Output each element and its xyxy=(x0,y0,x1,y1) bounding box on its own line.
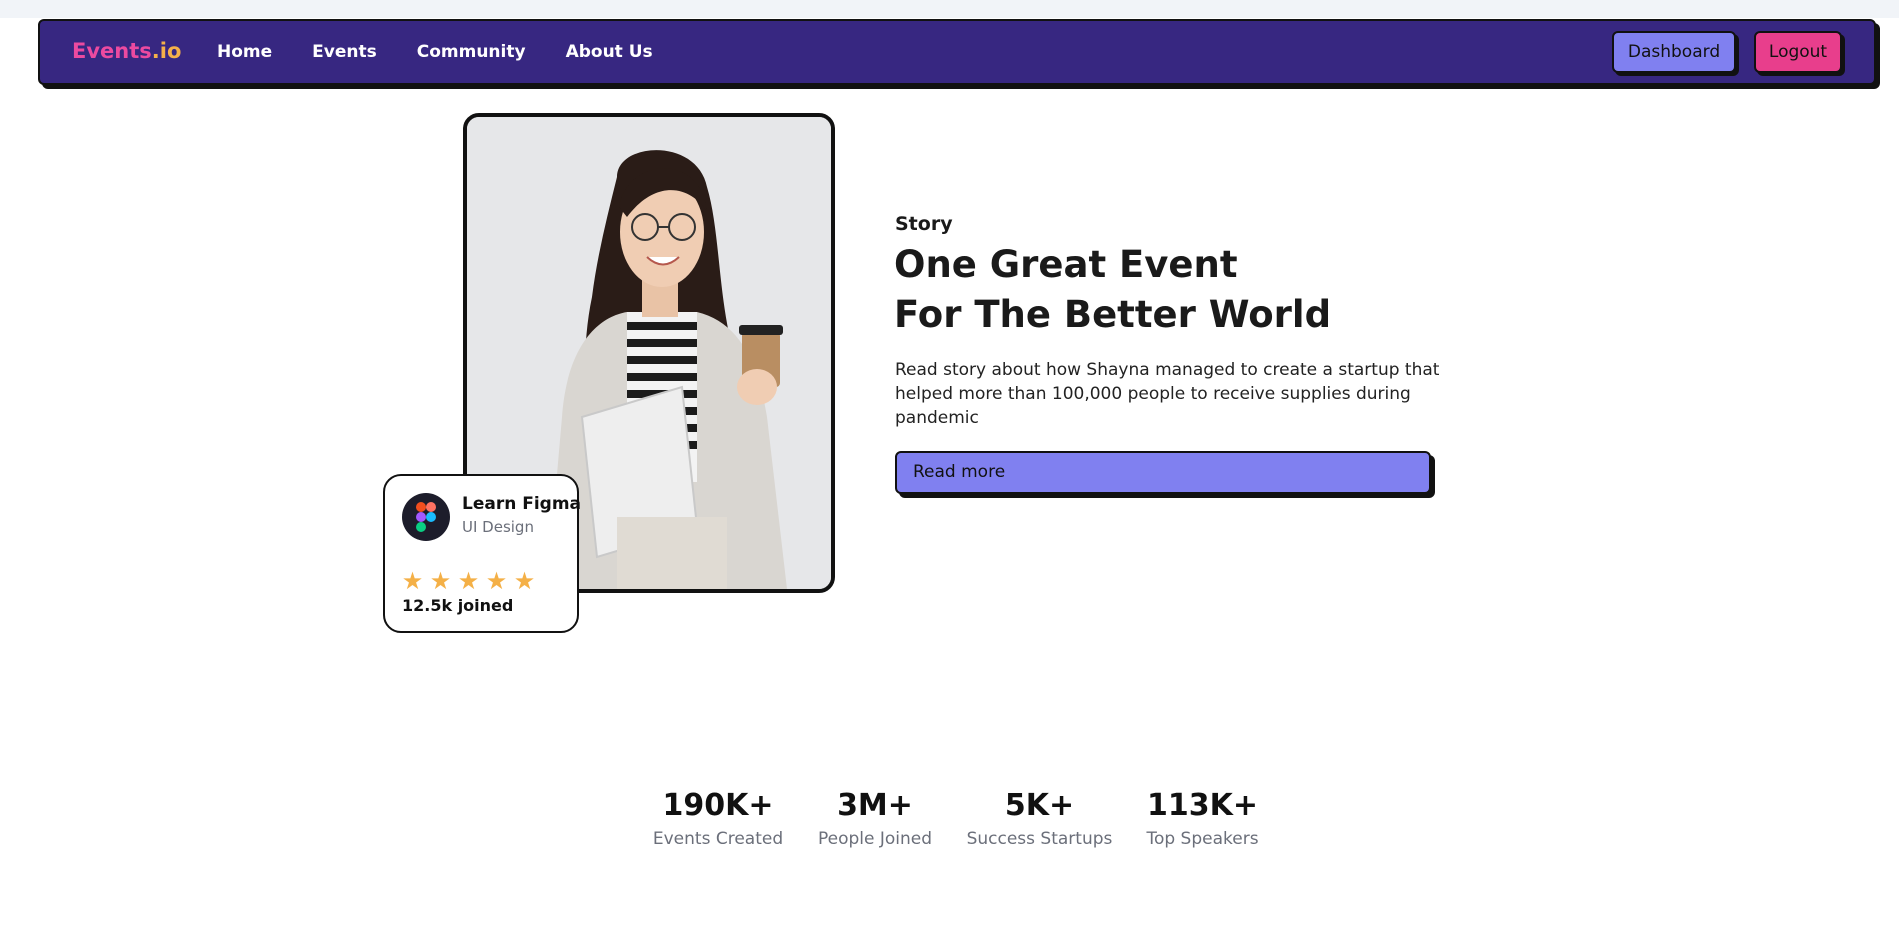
logo[interactable]: Events.io xyxy=(72,39,181,63)
nav-link-home[interactable]: Home xyxy=(217,42,272,62)
nav-link-events[interactable]: Events xyxy=(312,42,377,62)
headline-line-2: For The Better World xyxy=(894,293,1332,336)
badge-subtitle: UI Design xyxy=(462,518,534,536)
stat-label: Top Speakers xyxy=(1146,829,1259,849)
stat-label: Events Created xyxy=(652,829,784,849)
course-badge-card[interactable]: Learn Figma UI Design ★ ★ ★ ★ ★ 12.5k jo… xyxy=(383,474,582,633)
stat-success-startups: 5K+ Success Startups xyxy=(962,788,1117,849)
stat-value: 113K+ xyxy=(1146,788,1258,823)
stat-label: Success Startups xyxy=(966,829,1113,849)
navbar: Events.io Home Events Community About Us… xyxy=(38,19,1876,85)
star-icon: ★ xyxy=(457,567,480,595)
badge-title: Learn Figma xyxy=(462,494,582,514)
logo-text: Events xyxy=(72,39,152,63)
star-icon: ★ xyxy=(401,567,424,595)
logout-button[interactable]: Logout xyxy=(1754,31,1842,73)
figma-icon xyxy=(402,493,450,541)
logo-suffix: .io xyxy=(151,39,182,63)
badge-joined-count: 12.5k joined xyxy=(402,596,514,615)
top-strip xyxy=(0,0,1899,18)
nav-link-about-us[interactable]: About Us xyxy=(566,42,653,62)
star-icon: ★ xyxy=(429,567,452,595)
stat-value: 5K+ xyxy=(1004,788,1075,823)
section-label: Story xyxy=(895,213,953,235)
headline-line-1: One Great Event xyxy=(894,243,1238,286)
hero-headline: One Great Event For The Better World xyxy=(894,240,1331,340)
star-icon: ★ xyxy=(485,567,508,595)
rating-stars: ★ ★ ★ ★ ★ xyxy=(401,567,536,595)
stat-value: 190K+ xyxy=(662,788,774,823)
hero-description: Read story about how Shayna managed to c… xyxy=(895,360,1440,428)
star-icon: ★ xyxy=(513,567,536,595)
stat-top-speakers: 113K+ Top Speakers xyxy=(1140,788,1265,849)
read-more-button[interactable]: Read more xyxy=(895,451,1431,494)
nav-link-community[interactable]: Community xyxy=(417,42,526,62)
stat-events-created: 190K+ Events Created xyxy=(648,788,788,849)
dashboard-button[interactable]: Dashboard xyxy=(1612,31,1736,73)
stat-people-joined: 3M+ People Joined xyxy=(810,788,940,849)
stat-label: People Joined xyxy=(817,829,933,849)
nav-links: Home Events Community About Us xyxy=(217,42,653,62)
stat-value: 3M+ xyxy=(837,788,913,823)
